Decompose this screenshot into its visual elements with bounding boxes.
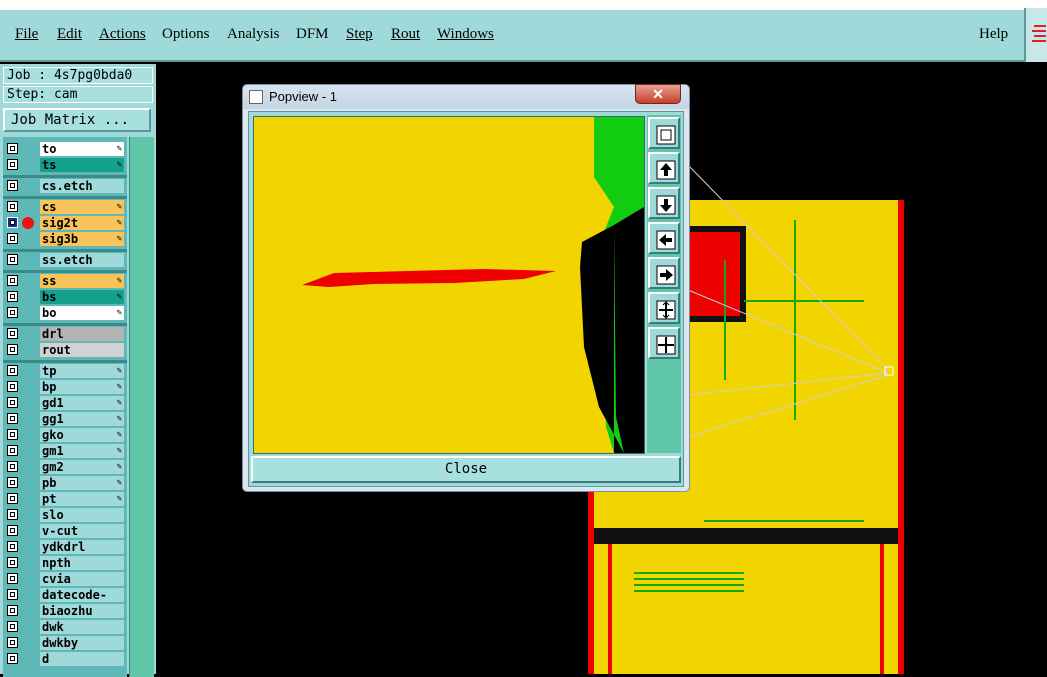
- close-button[interactable]: Close: [251, 456, 681, 483]
- popview-drawing: [254, 117, 644, 453]
- popview-body: Close: [248, 111, 684, 487]
- zoom-to-fit-button[interactable]: [648, 117, 680, 149]
- popview-canvas[interactable]: [253, 116, 645, 454]
- pan-down-icon: [656, 195, 676, 215]
- pan-left-button[interactable]: [648, 222, 680, 254]
- zoom-in-icon: [656, 300, 676, 320]
- zoom-in-button[interactable]: [648, 292, 680, 324]
- pan-down-button[interactable]: [648, 187, 680, 219]
- app-window-icon: [249, 90, 263, 104]
- pan-left-icon: [656, 230, 676, 250]
- pan-right-icon: [656, 265, 676, 285]
- popview-title: Popview - 1: [269, 89, 337, 104]
- pan-up-icon: [656, 160, 676, 180]
- zoom-out-button[interactable]: [648, 327, 680, 359]
- popview-window: Popview - 1 ✕ Close: [242, 84, 690, 492]
- zoom-out-icon: [656, 335, 676, 355]
- window-close-button[interactable]: ✕: [635, 84, 681, 104]
- pan-up-button[interactable]: [648, 152, 680, 184]
- popview-titlebar[interactable]: Popview - 1 ✕: [243, 84, 689, 109]
- popview-toolbar: [647, 115, 681, 453]
- pan-right-button[interactable]: [648, 257, 680, 289]
- zoom-to-fit-icon: [656, 125, 676, 145]
